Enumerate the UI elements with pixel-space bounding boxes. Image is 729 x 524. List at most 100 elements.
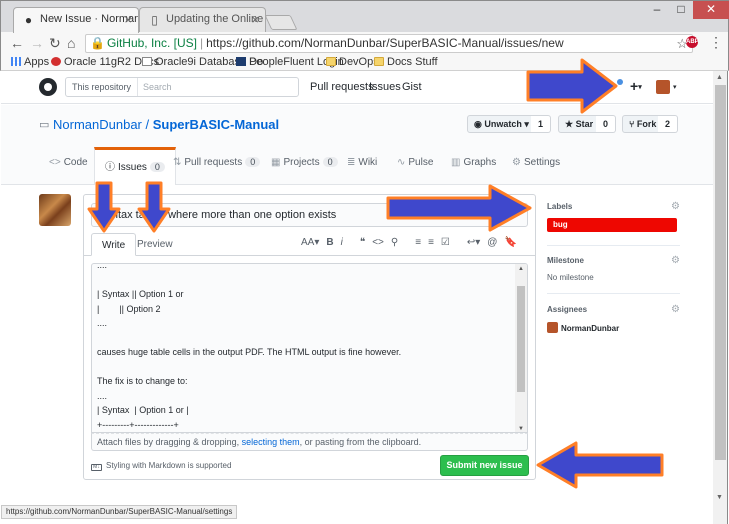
reload-icon[interactable]: ↻ xyxy=(49,35,61,52)
ordered-list-icon[interactable]: ≡ xyxy=(428,237,434,248)
tab-settings[interactable]: ⚙ Settings xyxy=(502,147,570,185)
close-window-button[interactable]: ✕ xyxy=(693,1,729,19)
lock-icon: 🔒 xyxy=(90,36,105,50)
assignee-normandunbar[interactable]: NormanDunbar xyxy=(547,322,619,333)
attach-files-bar[interactable]: Attach files by dragging & dropping, sel… xyxy=(91,433,528,451)
milestone-heading[interactable]: Milestone xyxy=(547,256,584,265)
issue-body-textarea[interactable]: .... | Syntax || Option 1 or | || Option… xyxy=(91,263,528,433)
tab-new-issue[interactable]: ● New Issue · NormanDun × xyxy=(13,7,139,33)
watchers-count[interactable]: 1 xyxy=(531,115,552,133)
pulse-icon: ∿ xyxy=(397,157,406,168)
nav-issues[interactable]: Issues xyxy=(369,81,401,93)
reply-icon[interactable]: ↩▾ xyxy=(467,237,480,248)
tab-label: Wiki xyxy=(358,157,378,168)
user-avatar[interactable] xyxy=(656,80,670,94)
url-text: https://github.com/NormanDunbar/SuperBAS… xyxy=(206,36,564,50)
labels-heading[interactable]: Labels xyxy=(547,202,572,211)
unwatch-button[interactable]: ◉ Unwatch ▾ xyxy=(467,115,536,133)
bookmark-docs-stuff[interactable]: Docs Stuff xyxy=(374,56,438,68)
issue-body-text: .... | Syntax || Option 1 or | || Option… xyxy=(97,263,402,430)
peoplefluent-icon xyxy=(236,57,246,66)
assignees-heading[interactable]: Assignees xyxy=(547,305,587,314)
bold-icon[interactable]: B xyxy=(326,237,333,248)
header-text-icon[interactable]: AA▾ xyxy=(301,237,319,248)
adblock-icon[interactable]: ABP xyxy=(686,36,699,48)
forward-icon[interactable]: → xyxy=(30,35,44,51)
textarea-scrollbar[interactable]: ▲ ▼ xyxy=(515,264,527,432)
repo-search[interactable]: This repository Search xyxy=(65,77,299,97)
link-icon[interactable]: ⚲ xyxy=(391,237,398,248)
pull-request-icon: ⇅ xyxy=(173,157,182,168)
tab-pull-requests[interactable]: ⇅ Pull requests 0 xyxy=(163,147,270,185)
tab-graphs[interactable]: ▥ Graphs xyxy=(441,147,506,185)
code-icon: <> xyxy=(49,157,61,168)
tab-wiki[interactable]: ≣ Wiki xyxy=(337,147,387,185)
bookmark-devops[interactable]: DevOps xyxy=(326,56,379,68)
repo-title: NormanDunbar / SuperBASIC-Manual xyxy=(53,117,279,132)
scrollbar-corner xyxy=(713,504,728,524)
chrome-menu-icon[interactable]: ⋮ xyxy=(709,34,723,51)
quote-icon[interactable]: ❝ xyxy=(360,237,365,248)
back-icon[interactable]: ← xyxy=(10,35,24,51)
milestone-value: No milestone xyxy=(547,273,594,282)
write-tab[interactable]: Write xyxy=(91,233,137,256)
repo-owner-link[interactable]: NormanDunbar xyxy=(53,117,142,132)
stars-count[interactable]: 0 xyxy=(596,115,617,133)
search-input[interactable]: Search xyxy=(138,82,172,92)
scroll-down-icon[interactable]: ▼ xyxy=(716,494,723,501)
annotation-arrow-to-preview-tab xyxy=(137,181,171,233)
tab-label: Code xyxy=(63,157,88,168)
github-logo-icon[interactable] xyxy=(39,78,57,96)
tab-close-icon[interactable]: × xyxy=(124,12,132,27)
new-tab-button[interactable] xyxy=(264,15,298,30)
author-avatar[interactable] xyxy=(39,194,71,226)
gear-icon[interactable]: ⚙ xyxy=(671,201,680,212)
bookmark-apps[interactable]: Apps xyxy=(11,56,49,68)
maximize-button[interactable]: □ xyxy=(669,1,693,19)
annotation-arrow-to-notification xyxy=(526,58,618,114)
repo-name-link[interactable]: SuperBASIC-Manual xyxy=(153,117,279,132)
select-files-link[interactable]: selecting them xyxy=(242,437,300,447)
gear-icon[interactable]: ⚙ xyxy=(671,255,680,266)
chevron-down-icon[interactable]: ▾ xyxy=(673,83,677,91)
repo-title-separator: / xyxy=(141,117,153,132)
page-scrollbar[interactable]: ▲ ▼ xyxy=(713,71,728,504)
bookmark-label: Apps xyxy=(24,56,50,68)
scroll-up-icon[interactable]: ▲ xyxy=(716,74,723,81)
tab-label: Graphs xyxy=(463,157,497,168)
nav-gist[interactable]: Gist xyxy=(402,81,422,93)
tab-close-icon[interactable]: × xyxy=(251,12,259,27)
address-bar[interactable]: 🔒 GitHub, Inc. [US] | https://github.com/No… xyxy=(85,34,693,53)
star-button[interactable]: ★ Star xyxy=(558,115,601,133)
scroll-up-icon[interactable]: ▲ xyxy=(518,266,524,272)
code-icon[interactable]: <> xyxy=(372,237,384,248)
task-list-icon[interactable]: ☑ xyxy=(441,237,450,248)
forks-count[interactable]: 2 xyxy=(658,115,679,133)
tab-projects[interactable]: ▦ Projects 0 xyxy=(261,147,348,185)
tab-label: Pull requests xyxy=(184,157,243,168)
sidebar-milestone: Milestone ⚙ No milestone xyxy=(547,255,680,294)
gear-icon: ⚙ xyxy=(512,157,521,168)
page-scrollbar-thumb[interactable] xyxy=(715,85,726,460)
tab-pulse[interactable]: ∿ Pulse xyxy=(387,147,443,185)
page-icon xyxy=(142,57,152,66)
unordered-list-icon[interactable]: ≡ xyxy=(415,237,421,248)
browser-tabstrip: ● New Issue · NormanDun × ▯ Updating the… xyxy=(0,0,729,33)
italic-icon[interactable]: i xyxy=(341,237,343,248)
annotation-arrow-to-labels xyxy=(386,184,532,232)
tab-updating-support[interactable]: ▯ Updating the Online Sup × xyxy=(139,7,266,33)
submit-new-issue-button[interactable]: Submit new issue xyxy=(440,455,529,476)
projects-count: 0 xyxy=(322,157,338,167)
bookmark-icon[interactable]: 🔖 xyxy=(504,237,516,248)
scroll-down-icon[interactable]: ▼ xyxy=(518,426,524,432)
minimize-button[interactable]: – xyxy=(645,1,669,19)
home-icon[interactable]: ⌂ xyxy=(67,35,75,51)
markdown-support-note[interactable]: M↓ Styling with Markdown is supported xyxy=(91,461,231,471)
nav-pull-requests[interactable]: Pull requests xyxy=(310,81,374,93)
mention-icon[interactable]: @ xyxy=(487,237,497,248)
tab-code[interactable]: <> Code xyxy=(39,147,98,185)
create-new-button[interactable]: +▾ xyxy=(630,78,642,94)
scrollbar-thumb[interactable] xyxy=(517,286,525,392)
gear-icon[interactable]: ⚙ xyxy=(671,304,680,315)
bookmark-label: DevOps xyxy=(339,56,379,68)
